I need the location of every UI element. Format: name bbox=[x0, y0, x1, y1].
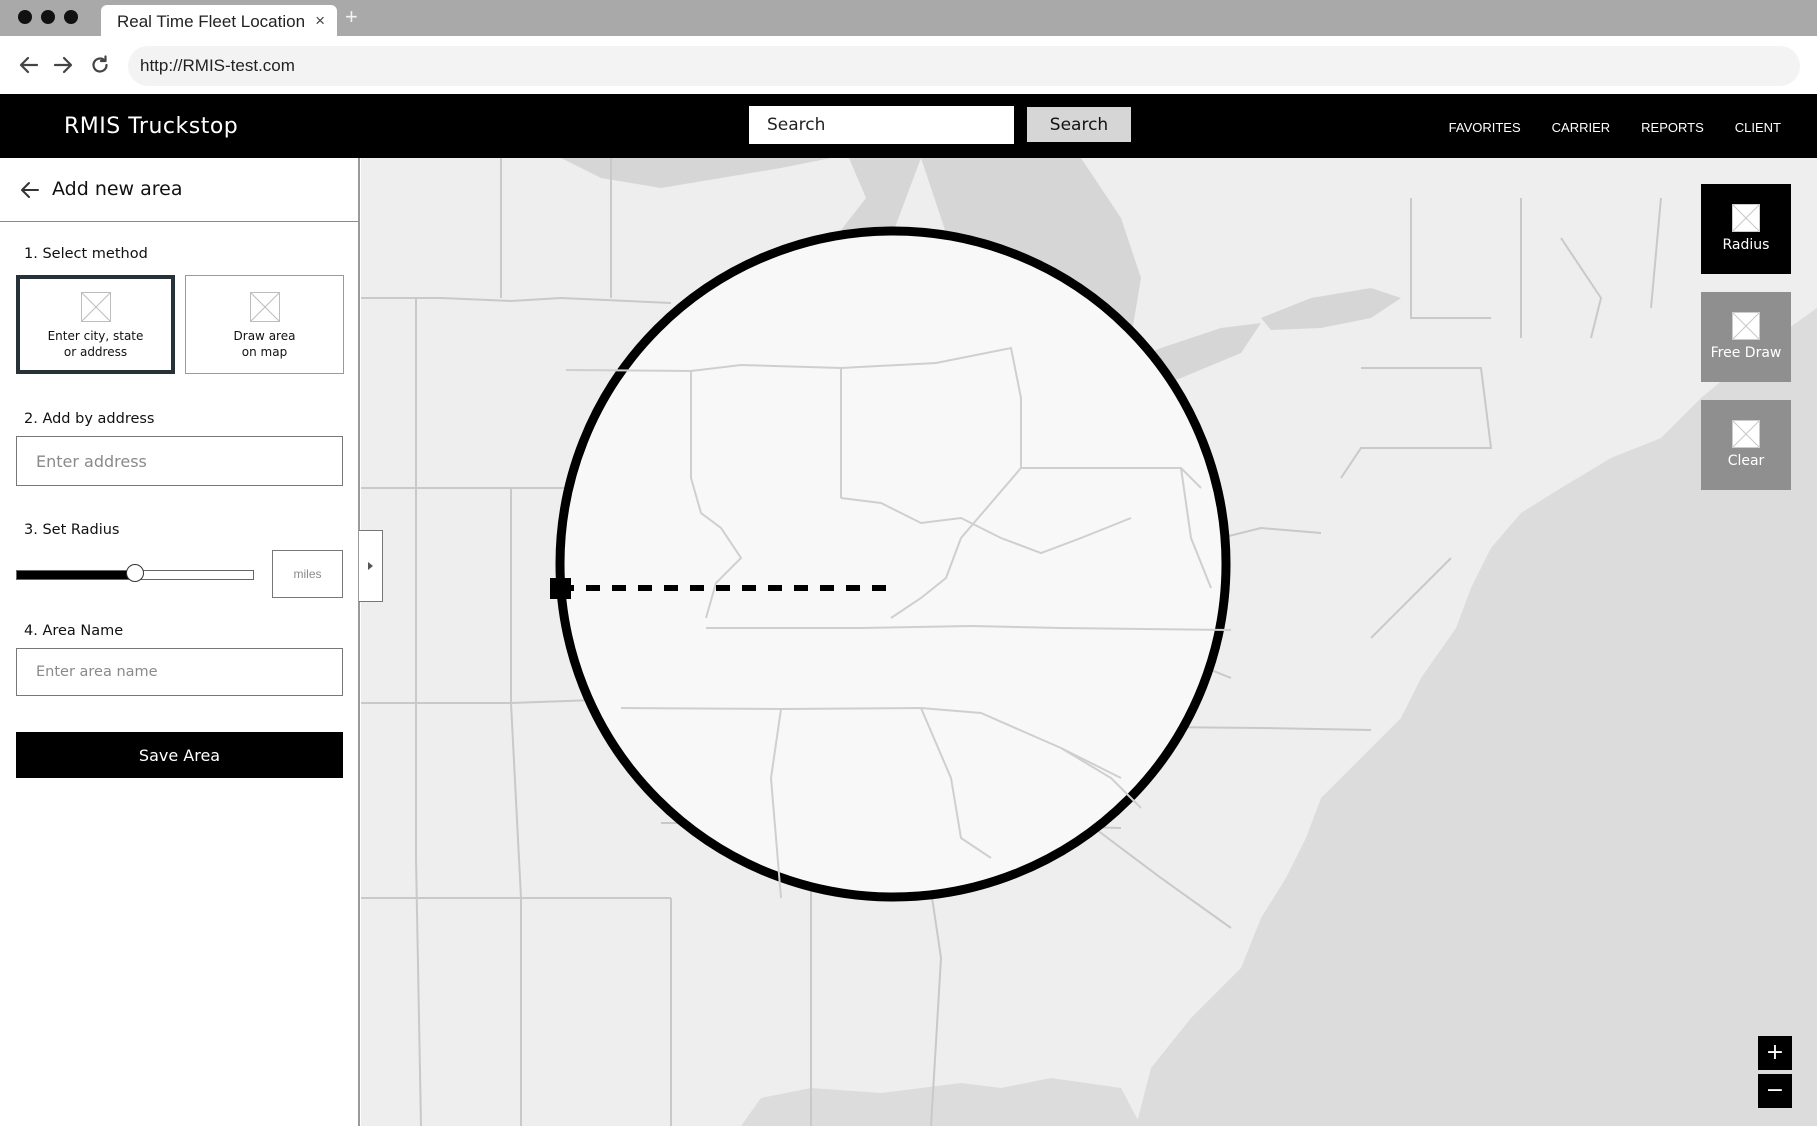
free-draw-tool-button[interactable]: Free Draw bbox=[1701, 292, 1791, 382]
chevron-right-icon bbox=[367, 562, 373, 570]
address-input[interactable] bbox=[16, 436, 343, 486]
window-close-dot[interactable] bbox=[18, 10, 32, 24]
map-graphic bbox=[361, 158, 1817, 1126]
panel-back-arrow-icon[interactable] bbox=[20, 180, 40, 204]
browser-tab-title: Real Time Fleet Location bbox=[117, 12, 306, 31]
radius-circle bbox=[555, 226, 1231, 902]
nav-carrier[interactable]: CARRIER bbox=[1552, 120, 1611, 135]
panel-collapse-toggle[interactable] bbox=[359, 530, 383, 602]
app-header: RMIS Truckstop Search FAVORITES CARRIER … bbox=[0, 94, 1817, 158]
image-placeholder-icon bbox=[249, 292, 280, 322]
free-draw-tool-label: Free Draw bbox=[1710, 345, 1782, 361]
window-maximize-dot[interactable] bbox=[64, 10, 78, 24]
clear-tool-button[interactable]: Clear bbox=[1701, 400, 1791, 490]
method-draw-label: Draw area on map bbox=[233, 329, 296, 359]
radius-tool-label: Radius bbox=[1722, 237, 1770, 253]
new-tab-icon[interactable]: + bbox=[345, 6, 358, 28]
method-draw-option[interactable]: Draw area on map bbox=[185, 275, 344, 374]
address-bar[interactable]: http://RMIS-test.com bbox=[128, 46, 1800, 86]
radius-slider-thumb[interactable] bbox=[126, 564, 144, 582]
browser-tab[interactable]: Real Time Fleet Location × bbox=[101, 5, 337, 36]
radius-unit-field[interactable]: miles bbox=[272, 550, 343, 598]
step-area-name-label: 4. Area Name bbox=[24, 623, 124, 639]
radius-tool-button[interactable]: Radius bbox=[1701, 184, 1791, 274]
zoom-out-button[interactable]: − bbox=[1758, 1074, 1792, 1108]
search-input[interactable] bbox=[749, 106, 1014, 144]
brand-logo[interactable]: RMIS Truckstop bbox=[64, 114, 238, 139]
browser-tab-bar: Real Time Fleet Location × + bbox=[0, 0, 1817, 36]
nav-client[interactable]: CLIENT bbox=[1735, 120, 1781, 135]
step-select-method-label: 1. Select method bbox=[24, 246, 148, 262]
method-address-option[interactable]: Enter city, state or address bbox=[16, 275, 175, 374]
step-set-radius-label: 3. Set Radius bbox=[24, 522, 120, 538]
radius-drag-handle bbox=[550, 578, 571, 599]
clear-tool-icon bbox=[1732, 420, 1760, 448]
clear-tool-label: Clear bbox=[1727, 453, 1765, 469]
image-placeholder-icon bbox=[80, 292, 111, 322]
window-minimize-dot[interactable] bbox=[41, 10, 55, 24]
nav-favorites[interactable]: FAVORITES bbox=[1449, 120, 1521, 135]
back-arrow-icon[interactable] bbox=[16, 52, 42, 78]
reload-icon[interactable] bbox=[87, 52, 113, 78]
radius-tool-icon bbox=[1732, 204, 1760, 232]
method-address-label: Enter city, state or address bbox=[47, 329, 144, 359]
step-add-address-label: 2. Add by address bbox=[24, 411, 155, 427]
zoom-in-button[interactable]: + bbox=[1758, 1036, 1792, 1070]
top-nav: FAVORITES CARRIER REPORTS CLIENT bbox=[1449, 120, 1781, 135]
panel-header: Add new area bbox=[0, 158, 358, 222]
area-name-input[interactable] bbox=[16, 648, 343, 696]
window-controls[interactable] bbox=[18, 10, 78, 24]
nav-reports[interactable]: REPORTS bbox=[1641, 120, 1704, 135]
radius-slider-fill bbox=[17, 571, 135, 579]
forward-arrow-icon[interactable] bbox=[50, 52, 76, 78]
panel-title: Add new area bbox=[52, 178, 183, 200]
free-draw-tool-icon bbox=[1732, 312, 1760, 340]
tab-close-icon[interactable]: × bbox=[315, 11, 325, 31]
search-button[interactable]: Search bbox=[1027, 107, 1131, 142]
map-canvas[interactable] bbox=[361, 158, 1817, 1126]
save-area-button[interactable]: Save Area bbox=[16, 732, 343, 778]
